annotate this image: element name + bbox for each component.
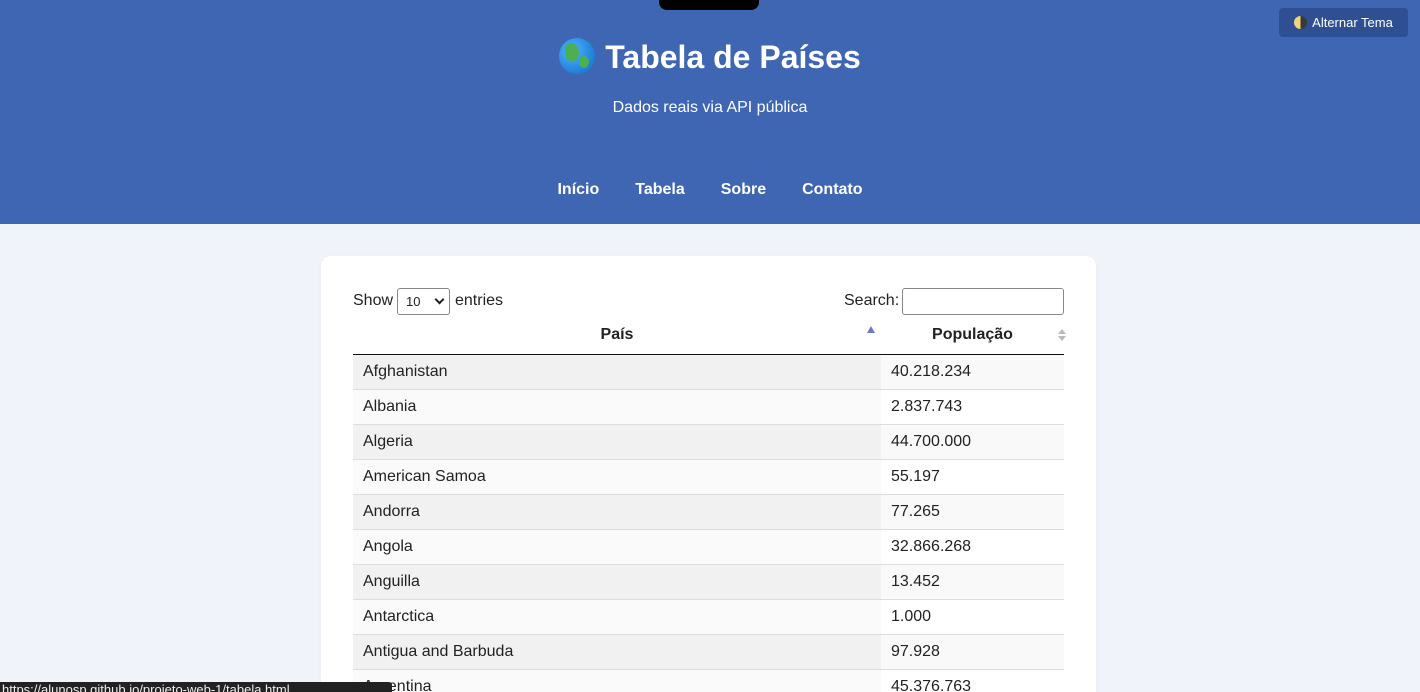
table-row: Andorra 77.265 — [353, 493, 1064, 529]
sort-ascending-icon — [867, 326, 875, 333]
country-cell: Antarctica — [353, 598, 881, 634]
column-header-population-label: População — [932, 325, 1013, 343]
table-row: Argentina 45.376.763 — [353, 668, 1064, 692]
page-subtitle: Dados reais via API pública — [612, 99, 808, 116]
camera-notch — [659, 0, 759, 10]
table-row: Algeria 44.700.000 — [353, 423, 1064, 459]
column-header-country-label: País — [600, 325, 634, 343]
country-cell: Albania — [353, 388, 881, 424]
table-header-row: País População — [353, 316, 1066, 355]
entries-label: entries — [455, 292, 504, 309]
table-controls: Show 10 entries Search: — [353, 288, 1064, 316]
toggle-theme-label: Alternar Tema — [1312, 15, 1393, 30]
population-cell: 32.866.268 — [881, 528, 1064, 564]
table-row: American Samoa 55.197 — [353, 458, 1064, 494]
table-row: Antarctica 1.000 — [353, 598, 1064, 634]
moon-icon — [1294, 16, 1308, 29]
nav-link-tabela[interactable]: Tabela — [635, 181, 685, 199]
chevron-down-icon — [434, 294, 445, 305]
column-header-country[interactable]: País — [353, 316, 881, 355]
table-row: Albania 2.837.743 — [353, 388, 1064, 424]
population-cell: 45.376.763 — [881, 668, 1064, 692]
table-row: Anguilla 13.452 — [353, 563, 1064, 599]
population-cell: 97.928 — [881, 633, 1064, 669]
site-header: Alternar Tema Tabela de Países Dados rea… — [0, 0, 1420, 224]
country-cell: Anguilla — [353, 563, 881, 599]
country-cell: Andorra — [353, 493, 881, 529]
globe-icon — [559, 38, 596, 74]
country-cell: Argentina — [353, 668, 881, 692]
link-status-bar: https://alunosp.github.io/projeto-web-1/… — [0, 682, 392, 692]
countries-table: País População Afghanistan 40.218.234 Al… — [353, 316, 1066, 692]
table-row: Antigua and Barbuda 97.928 — [353, 633, 1064, 669]
entries-select-value: 10 — [406, 294, 421, 309]
page-title: Tabela de Países — [0, 38, 1420, 76]
search-input[interactable] — [902, 288, 1064, 315]
table-row: Afghanistan 40.218.234 — [353, 354, 1064, 389]
country-cell: American Samoa — [353, 458, 881, 494]
table-card: Show 10 entries Search: País População A… — [321, 256, 1096, 692]
population-cell: 1.000 — [881, 598, 1064, 634]
population-cell: 40.218.234 — [881, 354, 1064, 389]
population-cell: 2.837.743 — [881, 388, 1064, 424]
population-cell: 55.197 — [881, 458, 1064, 494]
country-cell: Afghanistan — [353, 354, 881, 389]
page-title-text: Tabela de Países — [605, 39, 861, 75]
nav-link-contato[interactable]: Contato — [802, 181, 862, 199]
country-cell: Antigua and Barbuda — [353, 633, 881, 669]
population-cell: 13.452 — [881, 563, 1064, 599]
population-cell: 77.265 — [881, 493, 1064, 529]
toggle-theme-button[interactable]: Alternar Tema — [1279, 8, 1408, 37]
country-cell: Algeria — [353, 423, 881, 459]
country-cell: Angola — [353, 528, 881, 564]
nav-link-inicio[interactable]: Início — [557, 181, 599, 199]
show-label: Show — [353, 292, 394, 309]
main-nav: Início Tabela Sobre Contato — [0, 181, 1420, 199]
nav-link-sobre[interactable]: Sobre — [721, 181, 766, 199]
population-cell: 44.700.000 — [881, 423, 1064, 459]
column-header-population[interactable]: População — [881, 316, 1066, 355]
search-label: Search: — [844, 292, 900, 309]
table-row: Angola 32.866.268 — [353, 528, 1064, 564]
entries-select[interactable]: 10 — [397, 288, 450, 315]
